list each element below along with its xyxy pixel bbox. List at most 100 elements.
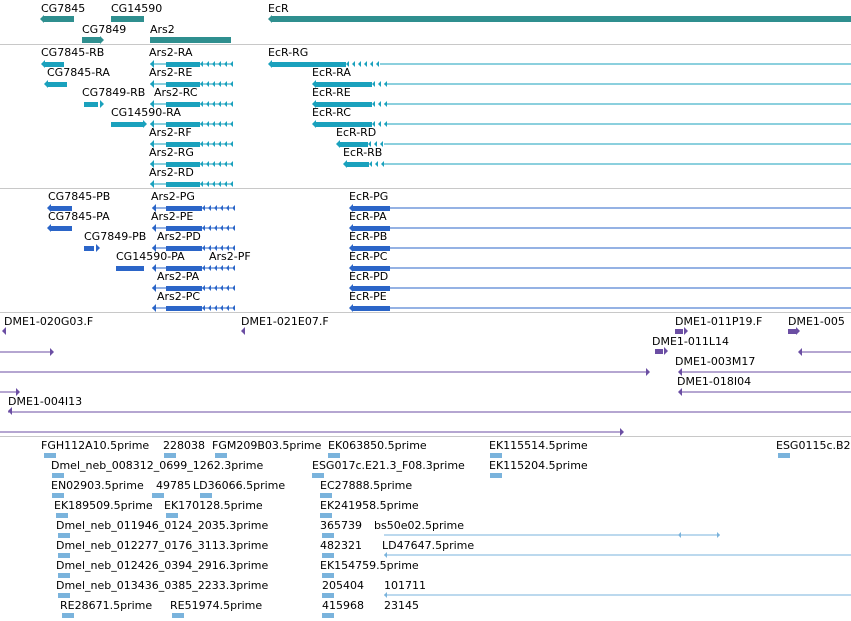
exon-block[interactable] [316,122,372,127]
est-glyph[interactable] [52,493,64,498]
est-glyph[interactable] [58,553,70,558]
est-glyph[interactable] [490,453,502,458]
exon-block[interactable] [50,226,72,231]
exon-block[interactable] [352,206,390,211]
strand-arrow [241,327,245,335]
exon-block[interactable] [272,62,346,67]
est-glyph[interactable] [62,613,74,618]
strand-arrow [208,305,211,311]
exon-block[interactable] [655,349,663,354]
exon-block[interactable] [44,62,64,67]
strand-arrow [212,61,215,67]
strand-arrow [202,245,205,251]
strand-arrow [200,141,203,147]
est-glyph[interactable] [58,533,70,538]
strand-arrow [100,36,104,44]
strand-arrow [214,225,217,231]
strand-arrow [208,265,211,271]
strand-arrow [378,101,381,107]
strand-arrow [224,101,227,107]
exon-block[interactable] [352,226,390,231]
est-glyph[interactable] [322,573,334,578]
gene-glyph[interactable] [272,16,851,22]
exon-block[interactable] [347,162,369,167]
strand-arrow [218,141,221,147]
est-glyph[interactable] [322,533,334,538]
strand-arrow [150,140,154,148]
exon-block[interactable] [84,102,98,107]
strand-arrow [381,161,384,167]
strand-arrow [349,224,353,232]
est-glyph[interactable] [322,553,334,558]
gene-glyph[interactable] [111,16,144,22]
gene-glyph[interactable] [44,16,74,22]
strand-arrow [232,225,235,231]
strand-arrow [664,347,668,355]
strand-arrow [678,388,682,396]
strand-arrow [336,140,340,148]
est-glyph[interactable] [56,513,68,518]
exon-block[interactable] [316,82,372,87]
gene-glyph[interactable] [82,37,100,43]
exon-block[interactable] [788,329,796,334]
est-glyph[interactable] [215,453,227,458]
exon-block[interactable] [84,246,94,251]
strand-arrow [646,368,650,376]
strand-arrow [150,60,154,68]
est-glyph[interactable] [58,593,70,598]
gene-glyph[interactable] [150,37,231,43]
est-glyph[interactable] [52,473,64,478]
exon-block[interactable] [675,329,683,334]
strand-arrow [226,225,229,231]
exon-block[interactable] [352,246,390,251]
est-glyph[interactable] [312,473,324,478]
strand-arrow [620,428,624,436]
strand-arrow [378,121,381,127]
est-glyph[interactable] [44,453,56,458]
est-glyph[interactable] [778,453,790,458]
exon-block[interactable] [352,306,390,311]
est-glyph[interactable] [58,573,70,578]
strand-arrow [96,244,100,252]
est-glyph[interactable] [328,453,340,458]
strand-arrow [214,305,217,311]
strand-arrow [214,285,217,291]
exon-block[interactable] [352,266,390,271]
strand-arrow [152,224,156,232]
strand-arrow [372,101,375,107]
strand-arrow [349,244,353,252]
strand-arrow [312,100,316,108]
est-glyph[interactable] [164,453,176,458]
strand-arrow [220,305,223,311]
strand-arrow [208,245,211,251]
exon-block[interactable] [116,266,144,271]
exon-block[interactable] [50,206,72,211]
strand-arrow [206,141,209,147]
strand-arrow [143,120,147,128]
exon-block[interactable] [47,82,67,87]
strand-arrow [378,81,381,87]
strand-arrow [230,121,233,127]
strand-arrow [206,101,209,107]
strand-arrow [218,121,221,127]
est-glyph[interactable] [320,513,332,518]
est-glyph[interactable] [166,513,178,518]
strand-arrow [372,121,375,127]
exon-block[interactable] [111,122,143,127]
est-glyph[interactable] [172,613,184,618]
exon-block[interactable] [352,286,390,291]
strand-arrow [208,225,211,231]
exon-block[interactable] [340,142,368,147]
est-glyph[interactable] [152,493,164,498]
strand-arrow [200,61,203,67]
est-glyph[interactable] [322,613,334,618]
strand-arrow [150,100,154,108]
strand-arrow [220,285,223,291]
est-glyph[interactable] [200,493,212,498]
est-glyph[interactable] [322,593,334,598]
strand-arrow [150,80,154,88]
exon-block[interactable] [316,102,372,107]
est-glyph[interactable] [490,473,502,478]
strand-arrow [212,101,215,107]
est-glyph[interactable] [320,493,332,498]
